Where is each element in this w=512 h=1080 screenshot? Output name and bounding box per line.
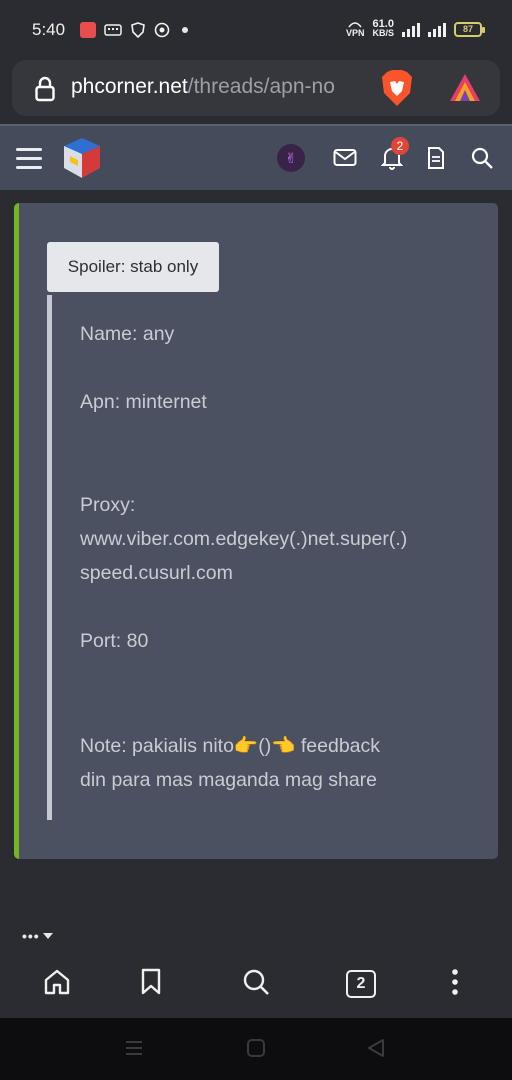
battery-icon: 87 [454, 21, 485, 37]
more-notifications-dot [182, 27, 188, 33]
spoiler-line-port: Port: 80 [80, 630, 149, 652]
shield-icon [131, 22, 145, 38]
status-time: 5:40 [32, 20, 66, 39]
caret-down-icon [42, 933, 53, 939]
mail-icon[interactable] [333, 148, 357, 168]
lock-icon[interactable] [34, 76, 56, 102]
home-nav-icon[interactable] [246, 1038, 266, 1058]
url-domain: phcorner.net [71, 75, 188, 98]
spoiler-line-name: Name: any [80, 323, 175, 345]
tabs-button[interactable]: 2 [346, 970, 376, 998]
keyboard-icon [104, 24, 122, 36]
chrome-icon [154, 22, 170, 38]
recent-apps-icon[interactable] [124, 1038, 144, 1058]
phcorner-logo-icon[interactable] [60, 136, 104, 180]
back-nav-icon[interactable] [366, 1038, 386, 1058]
url-path: /threads/apn-no [187, 75, 335, 98]
network-speed: 61.0 KB/S [372, 19, 394, 38]
vpn-label: VPN [345, 27, 365, 38]
document-icon[interactable] [427, 146, 445, 170]
address-bar[interactable]: phcorner.net/threads/apn-no [12, 60, 500, 116]
spoiler-toggle-button[interactable]: Spoiler: stab only [47, 242, 219, 292]
brave-rewards-icon[interactable] [448, 72, 482, 104]
svg-text:✌: ✌ [285, 151, 297, 167]
browser-address-area: phcorner.net/threads/apn-no [0, 58, 512, 124]
speed-unit: KB/S [372, 28, 394, 38]
spoiler-line-proxy-label: Proxy: [80, 494, 136, 516]
notification-badge: 2 [391, 137, 409, 155]
user-avatar-icon[interactable]: ✌ [276, 143, 306, 173]
spoiler-line-proxy-host-2: speed.cusurl.com [80, 562, 233, 584]
browser-search-icon[interactable] [242, 968, 270, 996]
bookmark-icon[interactable] [140, 968, 162, 996]
browser-bottom-toolbar [0, 950, 512, 1018]
home-icon[interactable] [43, 968, 71, 996]
overflow-menu-icon[interactable] [450, 968, 460, 996]
spoiler-line-note-1: Note: pakialis nito👉()👈 feedback [80, 735, 381, 757]
vpn-indicator: VPN [345, 21, 365, 38]
search-icon[interactable] [470, 146, 494, 170]
more-options-toggle[interactable]: ••• [22, 928, 54, 944]
spoiler-line-apn: Apn: minternet [80, 391, 207, 413]
spoiler-content-border [47, 295, 52, 820]
site-header: ✌ [0, 124, 512, 190]
menu-icon[interactable] [16, 148, 42, 170]
music-app-icon [80, 22, 96, 38]
signal-icon-1 [402, 21, 420, 37]
brave-shields-icon[interactable] [380, 69, 414, 107]
status-right-icons: VPN 61.0 KB/S 87 [345, 19, 485, 38]
spoiler-line-proxy-host-1: www.viber.com.edgekey(.)net.super(.) [80, 528, 408, 550]
android-navigation-bar [0, 1018, 512, 1080]
signal-icon-2 [428, 21, 446, 37]
status-notification-icons [80, 22, 188, 38]
ellipsis-icon: ••• [22, 928, 40, 944]
spoiler-line-note-2: din para mas maganda mag share [80, 769, 378, 791]
status-bar: 5:40 VPN 61.0 KB/S 87 [0, 0, 512, 58]
url-text[interactable]: phcorner.net/threads/apn-no [71, 75, 371, 99]
battery-level: 87 [462, 24, 473, 34]
